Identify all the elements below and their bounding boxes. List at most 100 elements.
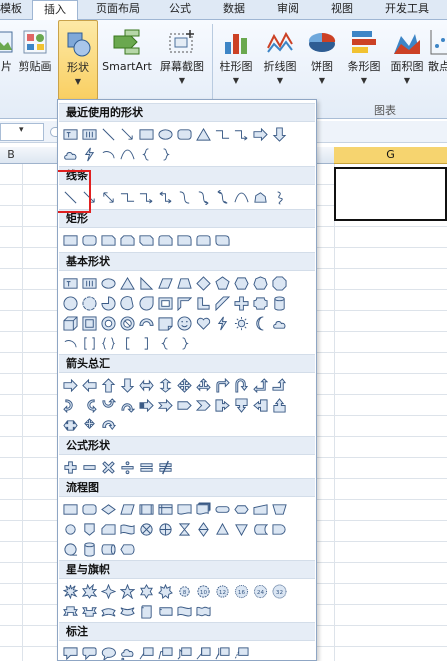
shape-horizontal-scroll[interactable] [156,601,175,621]
shape-flowchart-manual-input[interactable] [251,499,270,519]
shape-moon[interactable] [251,313,270,333]
shape-up-arrow[interactable] [99,375,118,395]
shape-heart[interactable] [194,313,213,333]
shape-diagonal-stripe[interactable] [213,293,232,313]
shape-elbow-double-arrow-connector[interactable] [156,187,175,207]
shape-notched-right-arrow[interactable] [156,395,175,415]
shape-division-sign[interactable] [118,457,137,477]
shape-down-arrow[interactable] [270,124,289,144]
shape-curved-arrow-connector[interactable] [194,187,213,207]
tab-view[interactable]: 视图 [322,0,362,20]
bar-chart-button[interactable]: 条形图 ▼ [343,20,385,100]
shape-textbox[interactable] [61,124,80,144]
shape-elbow-connector[interactable] [118,187,137,207]
tab-data[interactable]: 数据 [214,0,254,20]
shape-folded-corner[interactable] [156,313,175,333]
shape-rectangle[interactable] [137,124,156,144]
shape-up-down-arrow[interactable] [156,375,175,395]
tab-developer[interactable]: 开发工具 [372,0,442,20]
shape-flowchart-stored-data[interactable] [251,519,270,539]
shape-rounded-rectangle[interactable] [80,230,99,250]
shape-curved-up-arrow[interactable] [99,395,118,415]
shape-cube[interactable] [61,313,80,333]
shape-6-point-star[interactable] [137,581,156,601]
shape-double-bracket[interactable] [80,333,99,353]
shape-cloud[interactable] [61,144,80,164]
shape-chevron[interactable] [194,395,213,415]
shape-double-arrow-line[interactable] [99,187,118,207]
shape-pentagon-arrow[interactable] [175,395,194,415]
shape-curved-down-arrow[interactable] [118,395,137,415]
shape-donut[interactable] [99,313,118,333]
shape-curved-down-ribbon[interactable] [118,601,137,621]
shape-flowchart-terminator[interactable] [213,499,232,519]
shape-up-ribbon[interactable] [61,601,80,621]
tab-review[interactable]: 审阅 [268,0,308,20]
shape-block-arc[interactable] [137,313,156,333]
shapes-button[interactable]: 形状 ▼ [58,20,98,100]
shape-chord[interactable] [118,293,137,313]
shape-flowchart-document[interactable] [175,499,194,519]
shape-round-diagonal-rectangle[interactable] [213,230,232,250]
shape-line[interactable] [99,124,118,144]
shape-10-point-star[interactable]: 10 [194,581,213,601]
area-chart-button[interactable]: 面积图 ▼ [387,20,427,100]
shape-diamond[interactable] [194,273,213,293]
shape-elbow-arrow-connector[interactable] [137,187,156,207]
shape-flowchart-manual-operation[interactable] [270,499,289,519]
shape-rounded-rectangular-callout[interactable] [80,643,99,660]
shape-line-callout-2[interactable] [156,643,175,660]
shape-l-shape[interactable] [194,293,213,313]
shape-curve[interactable] [232,187,251,207]
shape-7-point-star[interactable] [156,581,175,601]
shape-vertical-textbox[interactable] [80,273,99,293]
shape-left-arrow-callout[interactable] [251,395,270,415]
shape-striped-right-arrow[interactable] [137,395,156,415]
shape-left-brace[interactable] [156,333,175,353]
shape-flowchart-delay[interactable] [270,519,289,539]
shape-wave[interactable] [175,601,194,621]
shape-rounded-rectangle[interactable] [175,124,194,144]
shape-flowchart-multidocument[interactable] [194,499,213,519]
shape-curved-right-arrow[interactable] [61,395,80,415]
shape-flowchart-card[interactable] [99,519,118,539]
shape-snip-single-corner-rectangle[interactable] [99,230,118,250]
shape-right-triangle[interactable] [137,273,156,293]
shape-accent-callout[interactable] [213,643,232,660]
shape-rectangular-callout[interactable] [61,643,80,660]
shape-round-single-corner-rectangle[interactable] [175,230,194,250]
shape-line-callout-1[interactable] [137,643,156,660]
column-chart-button[interactable]: 柱形图 ▼ [215,20,257,100]
shape-plaque[interactable] [251,293,270,313]
shape-down-ribbon[interactable] [80,601,99,621]
shape-textbox[interactable] [61,273,80,293]
shape-flowchart-or[interactable] [156,519,175,539]
shape-heptagon[interactable] [251,273,270,293]
shape-left-arrow[interactable] [80,375,99,395]
shape-arc[interactable] [99,144,118,164]
shape-equal-sign[interactable] [137,457,156,477]
shape-flowchart-display[interactable] [118,539,137,559]
shape-flowchart-magnetic-disk[interactable] [80,539,99,559]
shape-16-point-star[interactable]: 16 [232,581,251,601]
selected-cell[interactable] [334,167,447,221]
shape-left-brace[interactable] [137,144,156,164]
shape-down-arrow[interactable] [118,375,137,395]
shape-5-point-star[interactable] [118,581,137,601]
tab-insert[interactable]: 插入 [32,0,78,21]
picture-button[interactable]: 片 [0,20,13,100]
shape-multiply-sign[interactable] [99,457,118,477]
shape-flowchart-decision[interactable] [99,499,118,519]
shape-flowchart-collate[interactable] [175,519,194,539]
shape-oval-callout[interactable] [99,643,118,660]
shape-no-symbol[interactable] [118,313,137,333]
shape-flowchart-process[interactable] [61,499,80,519]
shape-curve[interactable] [118,144,137,164]
shape-elbow-arrow-connector[interactable] [232,124,251,144]
column-header-g[interactable]: G [334,147,447,164]
shape-snip-round-rectangle[interactable] [156,230,175,250]
shape-sun[interactable] [232,313,251,333]
shape-curved-left-arrow[interactable] [80,395,99,415]
scatter-chart-button[interactable]: 散点 [428,20,447,100]
shape-down-arrow-callout[interactable] [232,395,251,415]
